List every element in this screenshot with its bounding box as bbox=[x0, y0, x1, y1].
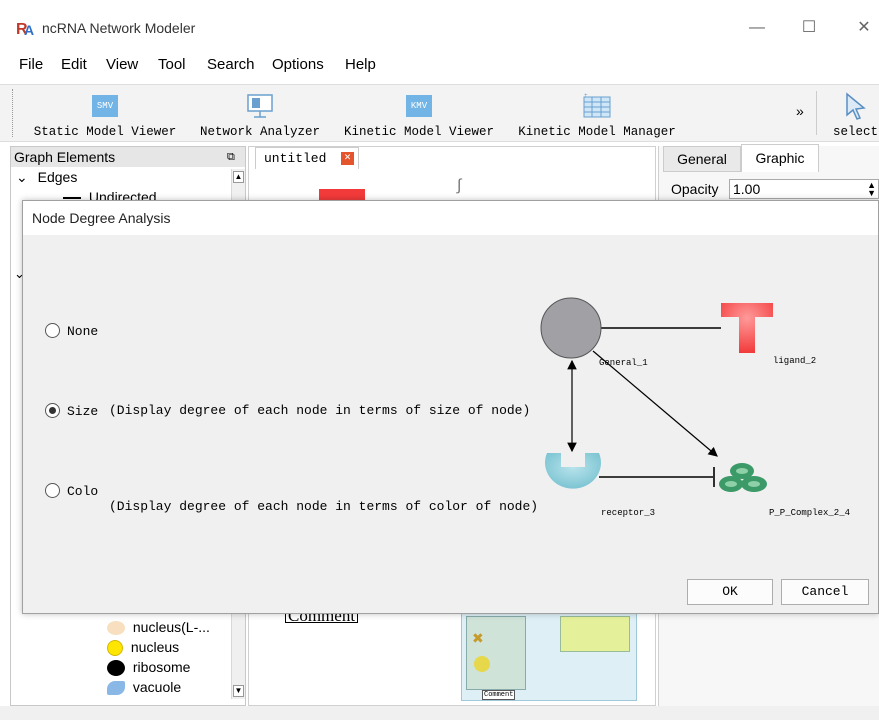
tab-label: untitled bbox=[264, 151, 327, 166]
maximize-button[interactable]: ☐ bbox=[794, 16, 824, 40]
minimap[interactable]: ✖ Comment bbox=[461, 609, 637, 701]
kmv-icon: KMV bbox=[406, 95, 432, 117]
radio-color-circle[interactable] bbox=[45, 483, 60, 498]
tab-graphic[interactable]: Graphic bbox=[741, 144, 819, 172]
menu-file[interactable]: File bbox=[19, 56, 43, 73]
radio-size-circle[interactable] bbox=[45, 403, 60, 418]
minimize-button[interactable]: — bbox=[742, 16, 772, 40]
toolbar-grip bbox=[12, 89, 16, 137]
graph-elements-title: Graph Elements bbox=[14, 149, 116, 165]
opacity-value: 1.00 bbox=[733, 181, 761, 197]
radio-color-label: Colo bbox=[67, 484, 99, 499]
dialog-title: Node Degree Analysis bbox=[32, 210, 171, 226]
stepper-icon[interactable]: ▲ ▼ bbox=[867, 181, 876, 198]
list-item[interactable]: nucleus(L-... bbox=[107, 619, 210, 636]
undock-icon[interactable]: ⧉ bbox=[227, 147, 235, 167]
edges-tree-node[interactable]: ⌄ Edges bbox=[16, 169, 77, 186]
menu-view[interactable]: View bbox=[106, 56, 138, 73]
kinetic-model-viewer-label: Kinetic Model Viewer bbox=[343, 125, 495, 139]
edges-label: Edges bbox=[37, 169, 78, 185]
toolbar-divider bbox=[816, 91, 817, 135]
static-model-viewer-label: Static Model Viewer bbox=[33, 125, 177, 139]
menu-edit[interactable]: Edit bbox=[61, 56, 87, 73]
network-analyzer-label: Network Analyzer bbox=[199, 125, 321, 139]
network-analyzer-button[interactable]: Network Analyzer bbox=[196, 89, 324, 141]
list-item[interactable]: nucleus bbox=[107, 639, 180, 657]
line-icon bbox=[63, 197, 81, 200]
nucleus-icon bbox=[107, 640, 123, 657]
minimap-node-icon bbox=[474, 656, 490, 672]
cancel-button[interactable]: Cancel bbox=[781, 579, 869, 605]
minimap-cell bbox=[466, 616, 526, 690]
complex-node-label: P_P_Complex_2_4 bbox=[769, 508, 850, 518]
menu-bar: File Edit View Tool Search Options Help bbox=[0, 52, 879, 78]
smv-icon: SMV bbox=[92, 95, 118, 117]
list-item-label: vacuole bbox=[132, 679, 182, 695]
list-item-label: ribosome bbox=[132, 659, 191, 675]
general-node bbox=[540, 297, 602, 359]
ok-button[interactable]: OK bbox=[687, 579, 773, 605]
menu-search[interactable]: Search bbox=[207, 56, 255, 73]
scroll-down-icon[interactable]: ▼ bbox=[233, 685, 244, 697]
radio-color-description: (Display degree of each node in terms of… bbox=[109, 499, 539, 514]
receptor-node-label: receptor_3 bbox=[601, 508, 655, 518]
menu-tool[interactable]: Tool bbox=[158, 56, 186, 73]
list-item-label: nucleus(L-... bbox=[132, 619, 210, 635]
chevron-down-icon: ⌄ bbox=[16, 169, 28, 185]
radio-size-description: (Display degree of each node in terms of… bbox=[109, 403, 531, 418]
kinetic-model-manager-label: Kinetic Model Manager bbox=[518, 125, 676, 139]
minimap-comment: Comment bbox=[482, 690, 516, 700]
tab-general[interactable]: General bbox=[663, 146, 741, 172]
window-title: ncRNA Network Modeler bbox=[42, 20, 196, 36]
ligand-node bbox=[721, 303, 773, 353]
radio-none-circle[interactable] bbox=[45, 323, 60, 338]
tab-untitled[interactable]: untitled ✕ bbox=[255, 147, 359, 169]
radio-size[interactable]: Size (Display degree of each node in ter… bbox=[45, 401, 565, 421]
svg-text:A: A bbox=[24, 22, 34, 38]
status-bar bbox=[0, 706, 879, 720]
squiggle-shape[interactable]: ∫ bbox=[457, 177, 461, 195]
ribosome-icon bbox=[107, 660, 125, 677]
dialog-title-bar: Node Degree Analysis bbox=[23, 201, 878, 235]
general-node-label: General_1 bbox=[599, 358, 648, 368]
menu-help[interactable]: Help bbox=[345, 56, 376, 73]
cross-icon: ✖ bbox=[472, 630, 484, 646]
opacity-input[interactable]: 1.00 ▲ ▼ bbox=[729, 179, 879, 199]
kinetic-model-viewer-button[interactable]: KMV Kinetic Model Viewer bbox=[340, 89, 498, 141]
graph-elements-header: Graph Elements ⧉ bbox=[11, 147, 245, 167]
minimap-cell bbox=[560, 616, 630, 652]
pointer-icon bbox=[846, 92, 866, 120]
opacity-label: Opacity bbox=[671, 181, 719, 197]
radio-size-label: Size bbox=[67, 404, 99, 419]
kinetic-model-manager-button[interactable]: + Kinetic Model Manager bbox=[514, 89, 680, 141]
app-logo-icon: R A bbox=[16, 21, 34, 38]
toolbar-overflow-button[interactable]: » bbox=[796, 103, 804, 119]
close-tab-icon[interactable]: ✕ bbox=[341, 152, 354, 165]
static-model-viewer-button[interactable]: SMV Static Model Viewer bbox=[30, 89, 180, 141]
close-button[interactable]: ✕ bbox=[849, 16, 879, 40]
radio-none[interactable]: None bbox=[45, 321, 145, 341]
list-item[interactable]: ribosome bbox=[107, 659, 191, 677]
title-bar: R A ncRNA Network Modeler — ☐ ✕ bbox=[0, 0, 879, 44]
ligand-node-label: ligand_2 bbox=[773, 356, 816, 366]
network-preview: General_1 ligand_2 receptor_3 P_P_Comple… bbox=[540, 297, 850, 518]
collapsed-chevron-icon: ⌄ bbox=[14, 266, 25, 281]
select-tool-button[interactable]: select bbox=[826, 89, 879, 141]
list-item-label: nucleus bbox=[130, 639, 180, 655]
kinetic-model-manager-icon: + bbox=[583, 93, 611, 118]
receptor-node bbox=[545, 453, 601, 489]
complex-node bbox=[719, 463, 767, 492]
toolbar: SMV Static Model Viewer Network Analyzer… bbox=[0, 84, 879, 142]
radio-color[interactable]: Colo (Display degree of each node in ter… bbox=[45, 481, 565, 521]
select-label: select bbox=[832, 125, 878, 139]
radio-none-label: None bbox=[67, 324, 99, 339]
network-analyzer-icon bbox=[247, 94, 273, 118]
nucleus-l-icon bbox=[107, 621, 125, 636]
vacuole-icon bbox=[107, 681, 125, 696]
scroll-up-icon[interactable]: ▲ bbox=[233, 171, 244, 183]
node-degree-dialog: Node Degree Analysis None Size (Display … bbox=[22, 200, 879, 614]
menu-options[interactable]: Options bbox=[272, 56, 324, 73]
list-item[interactable]: vacuole bbox=[107, 679, 182, 696]
svg-text:+: + bbox=[584, 93, 588, 99]
